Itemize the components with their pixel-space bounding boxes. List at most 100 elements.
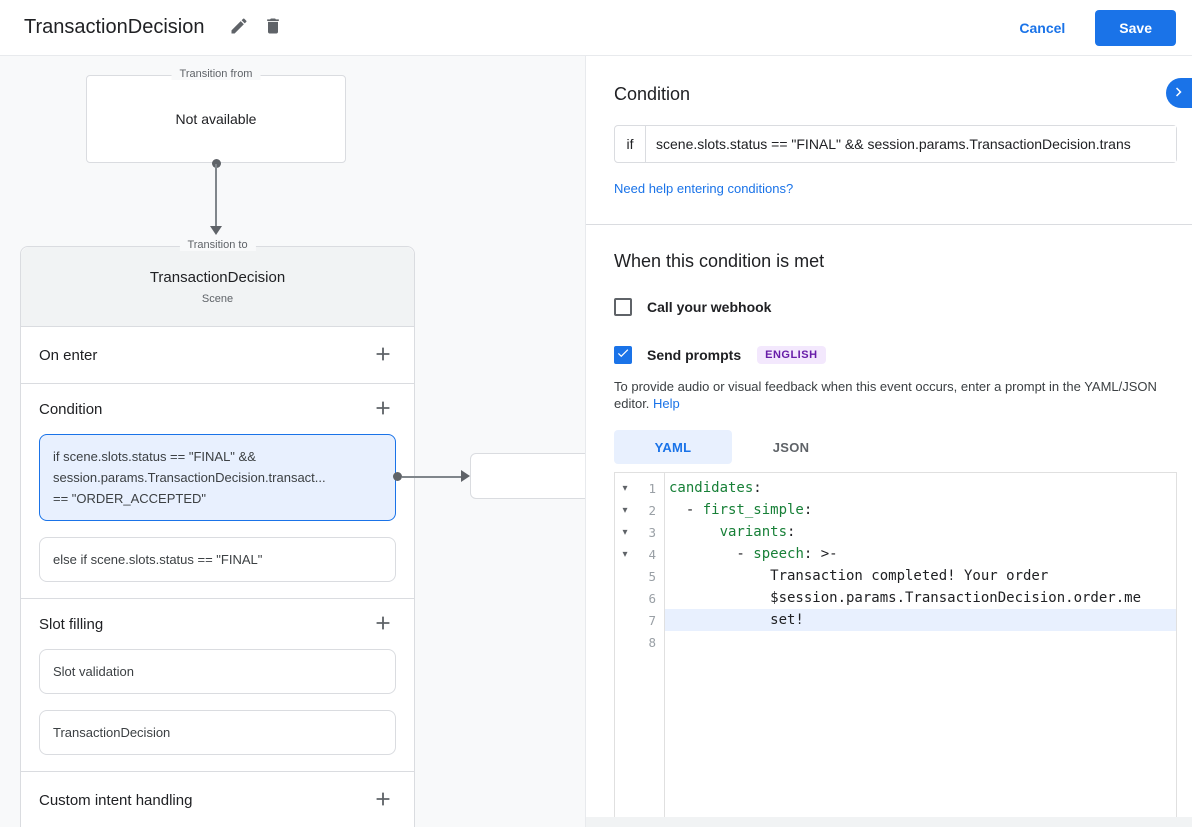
gutter-row: ▾3 bbox=[615, 521, 664, 543]
tab-yaml[interactable]: YAML bbox=[614, 430, 732, 464]
scene-node: Transition to TransactionDecision Scene … bbox=[20, 246, 415, 827]
code-line[interactable]: $session.params.TransactionDecision.orde… bbox=[665, 587, 1176, 609]
save-button[interactable]: Save bbox=[1095, 10, 1176, 46]
condition-card-line: == "ORDER_ACCEPTED" bbox=[53, 488, 382, 509]
line-number: 6 bbox=[635, 591, 664, 606]
transition-from-box: Transition from Not available bbox=[86, 75, 346, 163]
collapse-panel-button[interactable] bbox=[1166, 78, 1192, 108]
yaml-text-token: Transaction completed! Your order bbox=[669, 568, 1048, 584]
yaml-text-token: set! bbox=[669, 612, 804, 628]
on-enter-label: On enter bbox=[39, 347, 97, 364]
line-number: 5 bbox=[635, 569, 664, 584]
scene-node-header[interactable]: TransactionDecision Scene bbox=[21, 247, 414, 327]
connector-dot bbox=[393, 472, 402, 481]
line-number: 7 bbox=[635, 613, 664, 628]
slot-card-label: TransactionDecision bbox=[53, 722, 382, 743]
yaml-text-token: - bbox=[669, 546, 753, 562]
condition-expression-input[interactable] bbox=[645, 126, 1176, 162]
editor-code-area[interactable]: candidates: - first_simple: variants: - … bbox=[665, 473, 1176, 819]
section-custom-intent: Custom intent handling bbox=[21, 772, 414, 827]
fold-arrow-icon[interactable]: ▾ bbox=[615, 527, 635, 538]
gutter-row: ▾2 bbox=[615, 499, 664, 521]
horizontal-scrollbar[interactable] bbox=[586, 817, 1192, 827]
section-condition: Condition bbox=[21, 384, 414, 434]
topbar: TransactionDecision Cancel Save bbox=[0, 0, 1192, 56]
connector-line bbox=[402, 476, 464, 478]
add-on-enter-button[interactable] bbox=[370, 342, 396, 368]
gutter-row: ▾1 bbox=[615, 477, 664, 499]
condition-card[interactable]: if scene.slots.status == "FINAL" &&sessi… bbox=[39, 434, 396, 521]
condition-help-link[interactable]: Need help entering conditions? bbox=[614, 181, 793, 196]
yaml-editor: ▾1▾2▾3▾45678 candidates: - first_simple:… bbox=[614, 472, 1177, 819]
panel-title: Condition bbox=[614, 84, 1177, 105]
custom-intent-label: Custom intent handling bbox=[39, 792, 192, 809]
send-prompts-label: Send prompts bbox=[647, 347, 741, 363]
send-prompts-checkbox[interactable] bbox=[614, 346, 632, 364]
code-line[interactable]: set! bbox=[665, 609, 1176, 631]
language-badge: ENGLISH bbox=[757, 346, 825, 364]
checkmark-icon bbox=[616, 346, 630, 365]
call-webhook-label: Call your webhook bbox=[647, 299, 771, 315]
condition-expression-row: if bbox=[614, 125, 1177, 163]
yaml-key-token: candidates bbox=[669, 480, 753, 496]
code-line[interactable]: variants: bbox=[665, 521, 1176, 543]
editor-hint-text: To provide audio or visual feedback when… bbox=[614, 379, 1157, 411]
fold-arrow-icon[interactable]: ▾ bbox=[615, 505, 635, 516]
yaml-text-token: : >- bbox=[804, 546, 838, 562]
yaml-text-token: : bbox=[804, 502, 812, 518]
transition-to-label: Transition to bbox=[179, 239, 255, 251]
add-condition-button[interactable] bbox=[370, 396, 396, 422]
condition-section-label: Condition bbox=[39, 401, 102, 418]
editor-hint: To provide audio or visual feedback when… bbox=[614, 378, 1177, 412]
add-slot-button[interactable] bbox=[370, 611, 396, 637]
webhook-row: Call your webhook bbox=[614, 298, 1177, 316]
plus-icon bbox=[372, 397, 394, 422]
arrow-down-icon bbox=[210, 226, 222, 235]
slot-cards: Slot validation TransactionDecision bbox=[21, 649, 414, 755]
section-on-enter: On enter bbox=[21, 327, 414, 383]
transition-from-content: Not available bbox=[176, 111, 257, 127]
condition-cards: if scene.slots.status == "FINAL" &&sessi… bbox=[21, 434, 414, 582]
editor-tabs: YAML JSON bbox=[614, 430, 1177, 464]
yaml-text-token: : bbox=[787, 524, 795, 540]
scene-diagram: Transition from Not available Transition… bbox=[0, 56, 585, 827]
add-custom-intent-button[interactable] bbox=[370, 787, 396, 813]
scene-node-title: TransactionDecision bbox=[21, 247, 414, 286]
line-number: 8 bbox=[635, 635, 664, 650]
line-number: 4 bbox=[635, 547, 664, 562]
fold-arrow-icon[interactable]: ▾ bbox=[615, 483, 635, 494]
delete-scene-button[interactable] bbox=[256, 11, 290, 45]
code-line[interactable]: Transaction completed! Your order bbox=[665, 565, 1176, 587]
yaml-key-token: speech bbox=[753, 546, 804, 562]
condition-card-line: if scene.slots.status == "FINAL" && bbox=[53, 446, 382, 467]
yaml-text-token: $session.params.TransactionDecision.orde… bbox=[669, 590, 1141, 606]
chevron-right-icon bbox=[1170, 83, 1188, 104]
section-slot-filling: Slot filling bbox=[21, 599, 414, 649]
yaml-text-token: : bbox=[753, 480, 761, 496]
code-line[interactable]: - first_simple: bbox=[665, 499, 1176, 521]
transition-target-box[interactable] bbox=[470, 453, 585, 499]
plus-icon bbox=[372, 788, 394, 813]
scene-node-subtitle: Scene bbox=[21, 293, 414, 305]
yaml-text-token bbox=[669, 524, 720, 540]
tab-json[interactable]: JSON bbox=[732, 430, 850, 464]
editor-gutter: ▾1▾2▾3▾45678 bbox=[615, 473, 665, 819]
code-line[interactable]: candidates: bbox=[665, 477, 1176, 499]
code-line[interactable]: - speech: >- bbox=[665, 543, 1176, 565]
condition-card-line: session.params.TransactionDecision.trans… bbox=[53, 467, 382, 488]
slot-card[interactable]: Slot validation bbox=[39, 649, 396, 694]
condition-card-line: else if scene.slots.status == "FINAL" bbox=[53, 549, 382, 570]
slot-card[interactable]: TransactionDecision bbox=[39, 710, 396, 755]
edit-title-button[interactable] bbox=[222, 11, 256, 45]
arrow-right-icon bbox=[461, 470, 470, 482]
fold-arrow-icon[interactable]: ▾ bbox=[615, 549, 635, 560]
condition-card[interactable]: else if scene.slots.status == "FINAL" bbox=[39, 537, 396, 582]
code-line[interactable] bbox=[665, 631, 1176, 653]
if-label: if bbox=[615, 126, 645, 162]
call-webhook-checkbox[interactable] bbox=[614, 298, 632, 316]
help-link[interactable]: Help bbox=[653, 396, 680, 411]
line-number: 2 bbox=[635, 503, 664, 518]
cancel-button[interactable]: Cancel bbox=[1019, 20, 1065, 36]
connector-line bbox=[215, 164, 217, 226]
transition-from-label: Transition from bbox=[172, 68, 261, 80]
